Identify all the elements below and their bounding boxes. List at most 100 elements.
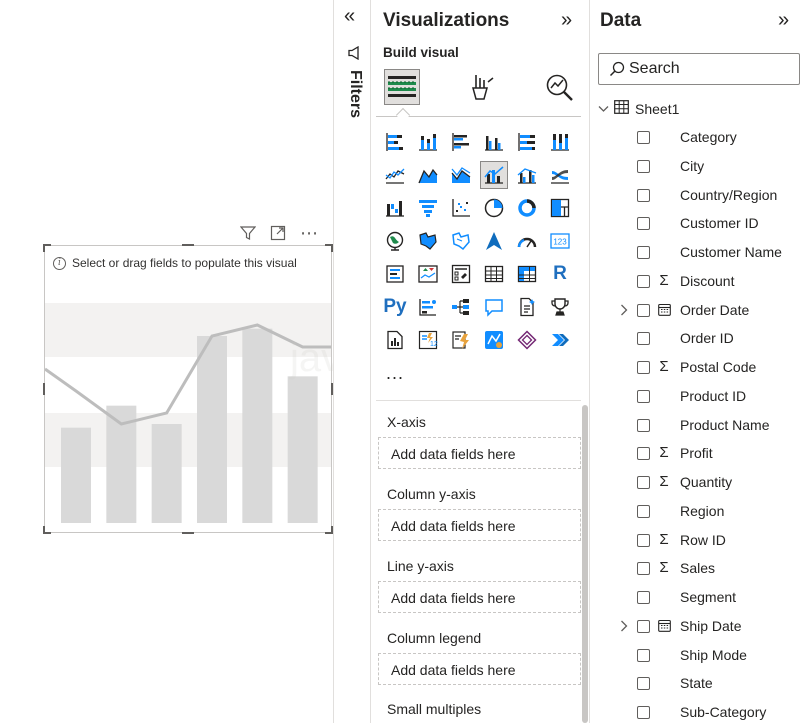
slicer-icon[interactable] <box>447 260 475 288</box>
collapse-filters-button[interactable]: « <box>344 6 355 26</box>
chevron-down-icon[interactable] <box>598 102 612 116</box>
field-checkbox[interactable] <box>637 246 650 259</box>
power-automate-icon[interactable] <box>447 326 475 354</box>
field-item[interactable]: Ship Date <box>590 613 804 642</box>
area-chart-icon[interactable] <box>414 161 442 189</box>
smart-narrative-icon[interactable] <box>513 293 541 321</box>
report-canvas[interactable]: ⋯ i Select or drag fields to populate th… <box>0 0 333 723</box>
paginated-report-icon[interactable] <box>381 326 409 354</box>
search-input[interactable] <box>629 59 794 79</box>
clustered-column-chart-icon[interactable] <box>480 128 508 156</box>
ribbon-chart-icon[interactable] <box>546 161 574 189</box>
clustered-bar-chart-icon[interactable] <box>447 128 475 156</box>
field-item[interactable]: Order Date <box>590 297 804 326</box>
stacked-column-chart-icon[interactable] <box>414 128 442 156</box>
stacked-area-chart-icon[interactable] <box>447 161 475 189</box>
line-and-stacked-column-chart-icon[interactable] <box>480 161 508 189</box>
field-checkbox[interactable] <box>637 217 650 231</box>
collapse-data-button[interactable]: » <box>778 9 789 32</box>
filter-icon[interactable] <box>240 225 256 241</box>
field-item[interactable]: Sub-Category <box>590 699 804 723</box>
matrix-icon[interactable] <box>513 260 541 288</box>
field-checkbox[interactable] <box>637 591 650 604</box>
multi-row-card-icon[interactable] <box>381 260 409 288</box>
resize-handle[interactable] <box>182 532 194 534</box>
100-percent-stacked-bar-chart-icon[interactable] <box>513 128 541 156</box>
funnel-chart-icon[interactable] <box>414 194 442 222</box>
map-icon[interactable] <box>381 227 409 255</box>
gauge-icon[interactable] <box>513 227 541 255</box>
field-checkbox[interactable] <box>637 159 650 173</box>
field-item[interactable]: Σ Profit <box>590 440 804 469</box>
field-checkbox[interactable] <box>637 303 650 317</box>
pie-chart-icon[interactable] <box>480 194 508 222</box>
field-item[interactable]: Customer ID <box>590 210 804 239</box>
field-item[interactable]: Product ID <box>590 383 804 412</box>
focus-mode-icon[interactable] <box>270 225 286 241</box>
power-apps-icon[interactable]: 123 <box>414 326 442 354</box>
field-checkbox[interactable] <box>637 131 650 144</box>
kpi-icon[interactable] <box>414 260 442 288</box>
x-axis-drop-zone[interactable]: Add data fields here <box>378 437 581 469</box>
get-more-visuals-button[interactable]: ... <box>386 363 404 384</box>
resize-handle[interactable] <box>43 244 45 252</box>
field-item[interactable]: Σ Quantity <box>590 469 804 498</box>
field-item[interactable]: Σ Postal Code <box>590 354 804 383</box>
chevron-right-icon[interactable] <box>620 619 628 635</box>
search-box[interactable] <box>598 53 800 85</box>
qna-icon[interactable] <box>480 293 508 321</box>
line-y-axis-drop-zone[interactable]: Add data fields here <box>378 581 581 613</box>
field-item[interactable]: Product Name <box>590 412 804 441</box>
line-chart-icon[interactable] <box>381 161 409 189</box>
shape-map-icon[interactable] <box>447 227 475 255</box>
stacked-bar-chart-icon[interactable] <box>381 128 409 156</box>
filled-map-icon[interactable] <box>414 227 442 255</box>
field-checkbox[interactable] <box>637 533 650 547</box>
column-y-axis-drop-zone[interactable]: Add data fields here <box>378 509 581 541</box>
field-item[interactable]: Ship Mode <box>590 642 804 671</box>
scatter-chart-icon[interactable] <box>447 194 475 222</box>
donut-chart-icon[interactable] <box>513 194 541 222</box>
format-visual-icon[interactable] <box>462 68 500 106</box>
field-checkbox[interactable] <box>637 188 650 202</box>
filters-label[interactable]: Filters <box>346 70 364 118</box>
field-checkbox[interactable] <box>637 447 650 461</box>
visualizations-scrollbar[interactable] <box>582 405 588 723</box>
field-item[interactable]: Σ Row ID <box>590 527 804 556</box>
field-checkbox[interactable] <box>637 706 650 719</box>
field-item[interactable]: City <box>590 153 804 182</box>
power-automate-visual-icon[interactable] <box>546 326 574 354</box>
field-checkbox[interactable] <box>637 648 650 662</box>
field-checkbox[interactable] <box>637 274 650 288</box>
resize-handle[interactable] <box>182 244 194 246</box>
field-item[interactable]: Country/Region <box>590 182 804 211</box>
card-icon[interactable]: 123 <box>546 227 574 255</box>
column-legend-drop-zone[interactable]: Add data fields here <box>378 653 581 685</box>
field-item[interactable]: Customer Name <box>590 239 804 268</box>
field-checkbox[interactable] <box>637 389 650 403</box>
more-options-icon[interactable]: ⋯ <box>300 224 318 242</box>
collapse-visualizations-button[interactable]: » <box>561 9 572 32</box>
field-item[interactable]: Segment <box>590 584 804 613</box>
field-item[interactable]: Region <box>590 498 804 527</box>
decomposition-tree-icon[interactable] <box>447 293 475 321</box>
field-checkbox[interactable] <box>637 332 650 346</box>
field-item[interactable]: Σ Sales <box>590 555 804 584</box>
arcgis-maps-icon[interactable] <box>480 326 508 354</box>
field-checkbox[interactable] <box>637 476 650 489</box>
resize-handle[interactable] <box>43 526 45 534</box>
table-node-sheet1[interactable]: Sheet1 <box>598 98 679 120</box>
field-checkbox[interactable] <box>637 418 650 432</box>
field-checkbox[interactable] <box>637 677 650 691</box>
power-apps-visual-icon[interactable] <box>513 326 541 354</box>
r-script-visual-icon[interactable]: R <box>546 260 574 288</box>
100-percent-stacked-column-chart-icon[interactable] <box>546 128 574 156</box>
empty-visual-container[interactable]: i Select or drag fields to populate this… <box>43 244 333 534</box>
field-item[interactable]: Category <box>590 124 804 153</box>
field-checkbox[interactable] <box>637 619 650 633</box>
azure-map-icon[interactable] <box>480 227 508 255</box>
treemap-icon[interactable] <box>546 194 574 222</box>
trophy-icon[interactable] <box>546 293 574 321</box>
python-visual-icon[interactable]: Py <box>381 293 409 321</box>
field-item[interactable]: Order ID <box>590 325 804 354</box>
